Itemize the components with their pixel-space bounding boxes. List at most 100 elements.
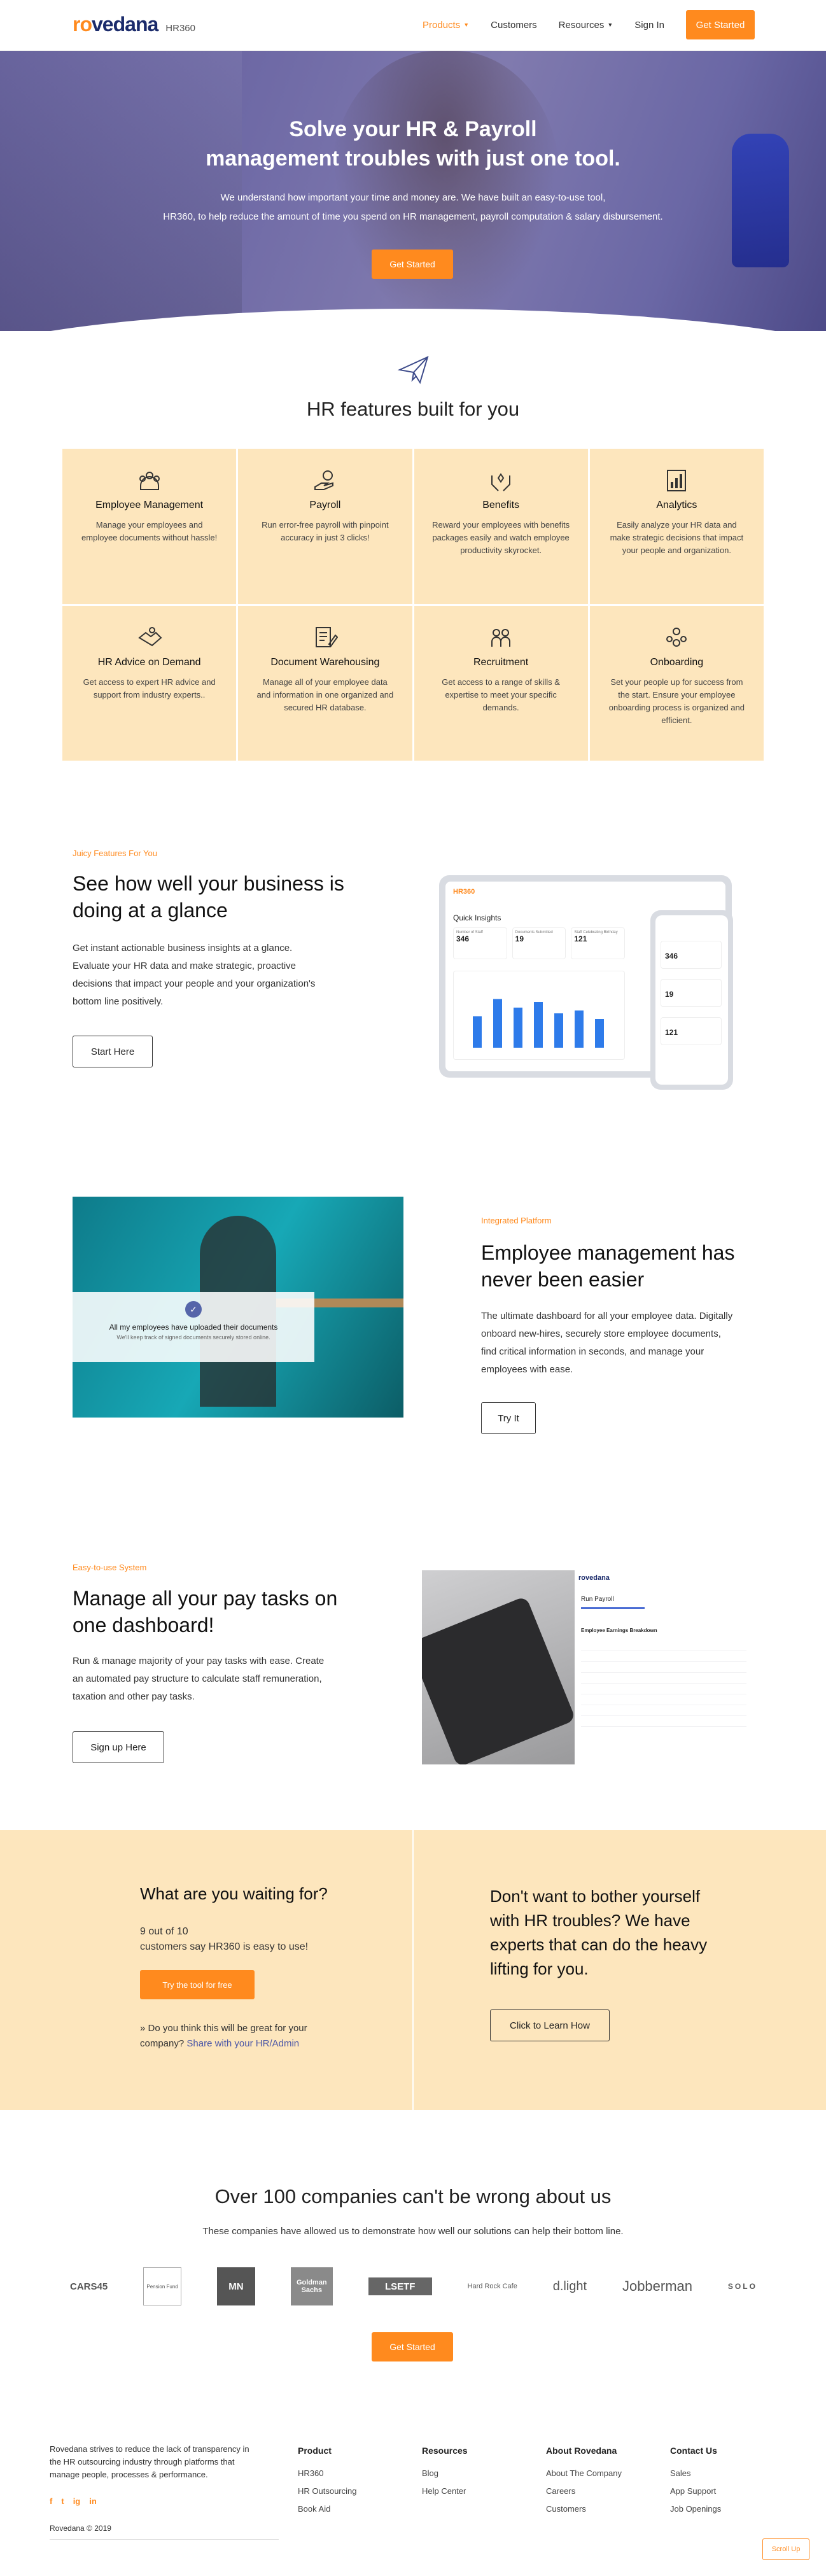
band-right-title-line: Don't want to bother yourself: [490, 1887, 701, 1906]
client-logo-mn: MN: [216, 2267, 255, 2305]
mock-heading: Quick Insights: [453, 913, 501, 922]
feature-title: Recruitment: [473, 656, 529, 668]
scroll-up-button[interactable]: Scroll Up: [762, 2538, 809, 2560]
top-navbar: ro vedana HR360 Products ▼ Customers Resou…: [0, 0, 826, 51]
sign-up-here-button[interactable]: Sign up Here: [73, 1731, 164, 1763]
nav-item-sign-in[interactable]: Sign In: [634, 20, 664, 31]
employee-eyebrow: Integrated Platform: [481, 1216, 552, 1225]
hero-title-line2: management troubles with just one tool.: [206, 146, 620, 171]
try-it-button[interactable]: Try It: [481, 1402, 536, 1434]
features-grid: Employee Management Manage your employees…: [62, 449, 764, 761]
features-title: HR features built for you: [306, 398, 520, 420]
logo-text-ro: ro: [73, 13, 92, 36]
footer-col-title: Product: [298, 2446, 332, 2456]
feature-description: Manage your employees and employee docum…: [81, 520, 218, 542]
nav-item-products[interactable]: Products ▼: [423, 20, 469, 31]
caret-down-icon: ▼: [607, 22, 613, 28]
feature-description: Manage all of your employee data and inf…: [256, 677, 394, 712]
pay-title-line1: Manage all your pay tasks on: [73, 1587, 338, 1610]
feature-description: Reward your employees with benefits pack…: [432, 520, 570, 555]
client-logo-goldman: Goldman Sachs: [290, 2267, 333, 2305]
learn-how-button[interactable]: Click to Learn How: [490, 2009, 610, 2041]
footer-link[interactable]: Careers: [546, 2482, 622, 2500]
footer-link[interactable]: HR Outsourcing: [298, 2482, 356, 2500]
band-note-line: company?: [140, 2038, 185, 2049]
mock-bar-chart: [453, 971, 625, 1060]
footer-copyright: Rovedana © 2019: [50, 2524, 279, 2540]
instagram-icon[interactable]: ig: [73, 2496, 81, 2506]
nav-item-label: Customers: [491, 19, 537, 31]
footer-col-about: About Rovedana About The Company Careers…: [546, 2446, 622, 2518]
analytics-chart-icon: [664, 468, 689, 493]
footer-link[interactable]: HR360: [298, 2465, 356, 2482]
insights-title-line2: doing at a glance: [73, 899, 228, 922]
feature-description: Easily analyze your HR data and make str…: [610, 520, 744, 555]
share-with-hr-link[interactable]: Share with your HR/Admin: [186, 2038, 299, 2049]
phone-card: 346: [661, 941, 722, 969]
band-stat-line: 9 out of 10: [140, 1926, 188, 1937]
band-note-line: Do you think this will be great for your: [148, 2023, 307, 2034]
start-here-button[interactable]: Start Here: [73, 1036, 153, 1067]
feature-title: Analytics: [656, 500, 697, 510]
advice-handshake-icon: [137, 625, 162, 651]
paper-plane-icon: [397, 353, 430, 386]
payroll-mock-title: Run Payroll: [581, 1596, 614, 1603]
feature-card: Employee Management Manage your employees…: [62, 449, 237, 604]
upload-status-subtitle: We'll keep track of signed documents sec…: [116, 1334, 270, 1341]
band-right-title-line: with HR troubles? We have: [490, 1911, 690, 1930]
nav-get-started-button[interactable]: Get Started: [686, 10, 755, 39]
mock-chart-bar: [514, 1008, 522, 1048]
mock-chart-bar: [534, 1002, 543, 1048]
employee-body-line: The ultimate dashboard for all your empl…: [481, 1311, 733, 1321]
client-logo-hardrock: Hard Rock Cafe: [467, 2283, 517, 2290]
twitter-icon[interactable]: t: [61, 2496, 64, 2506]
footer-link[interactable]: Job Openings: [670, 2500, 721, 2518]
feature-description: Get access to a range of skills & expert…: [442, 677, 560, 712]
employee-body-line: find critical information in seconds, an…: [481, 1346, 704, 1357]
footer-link[interactable]: Book Aid: [298, 2500, 356, 2518]
try-free-button[interactable]: Try the tool for free: [140, 1970, 255, 1999]
insights-body-line: Evaluate your HR data and make strategic…: [73, 961, 297, 971]
footer-col-product: Product HR360 HR Outsourcing Book Aid: [298, 2446, 356, 2518]
mock-stat-value: 19: [515, 934, 524, 943]
footer-link[interactable]: Help Center: [422, 2482, 468, 2500]
feature-description: Get access to expert HR advice and suppo…: [83, 677, 216, 700]
hero-subtitle-line1: We understand how important your time an…: [220, 192, 606, 203]
brand-logo[interactable]: ro vedana HR360: [73, 13, 195, 36]
footer-col-title: About Rovedana: [546, 2446, 617, 2456]
band-right-title-line: lifting for you.: [490, 1959, 589, 1978]
mock-stat-card: Staff Celebrating Birthday 121: [571, 927, 626, 959]
facebook-icon[interactable]: f: [50, 2496, 52, 2506]
clients-get-started-button[interactable]: Get Started: [372, 2332, 453, 2361]
footer-link[interactable]: App Support: [670, 2482, 721, 2500]
pay-title-line2: one dashboard!: [73, 1614, 214, 1636]
mock-stat-value: 121: [574, 934, 587, 943]
feature-description: Run error-free payroll with pinpoint acc…: [262, 520, 389, 542]
nav-item-label: Products: [423, 19, 461, 31]
feature-title: Benefits: [482, 500, 520, 510]
footer-link[interactable]: Sales: [670, 2465, 721, 2482]
feature-description: Set your people up for success from the …: [608, 677, 745, 725]
insights-body: Get instant actionable business insights…: [73, 940, 315, 1011]
linkedin-icon[interactable]: in: [89, 2496, 97, 2506]
logo-text-vedana: vedana: [92, 13, 158, 36]
footer-about: Rovedana strives to reduce the lack of t…: [50, 2443, 298, 2481]
clients-title: Over 100 companies can't be wrong about …: [214, 2185, 612, 2207]
nav-item-customers[interactable]: Customers: [491, 20, 537, 31]
band-right-title: Don't want to bother yourself with HR tr…: [490, 1884, 707, 1981]
feature-title: Document Warehousing: [270, 656, 380, 668]
insights-body-line: bottom line positively.: [73, 996, 164, 1007]
team-icon: [137, 468, 162, 493]
footer-link[interactable]: About The Company: [546, 2465, 622, 2482]
footer-link[interactable]: Customers: [546, 2500, 622, 2518]
band-divider: [412, 1830, 414, 2110]
hero-get-started-button[interactable]: Get Started: [372, 250, 453, 279]
mock-stat-row: Number of Staff 346 Documents Submitted 19…: [453, 927, 626, 959]
pay-body: Run & manage majority of your pay tasks …: [73, 1652, 324, 1706]
employee-title-line2: never been easier: [481, 1268, 645, 1291]
footer-link[interactable]: Blog: [422, 2465, 468, 2482]
pay-body-line: Run & manage majority of your pay tasks …: [73, 1656, 325, 1666]
nav-item-resources[interactable]: Resources ▼: [559, 20, 613, 31]
mock-stat-card: Number of Staff 346: [453, 927, 507, 959]
footer-col-resources: Resources Blog Help Center: [422, 2446, 468, 2500]
